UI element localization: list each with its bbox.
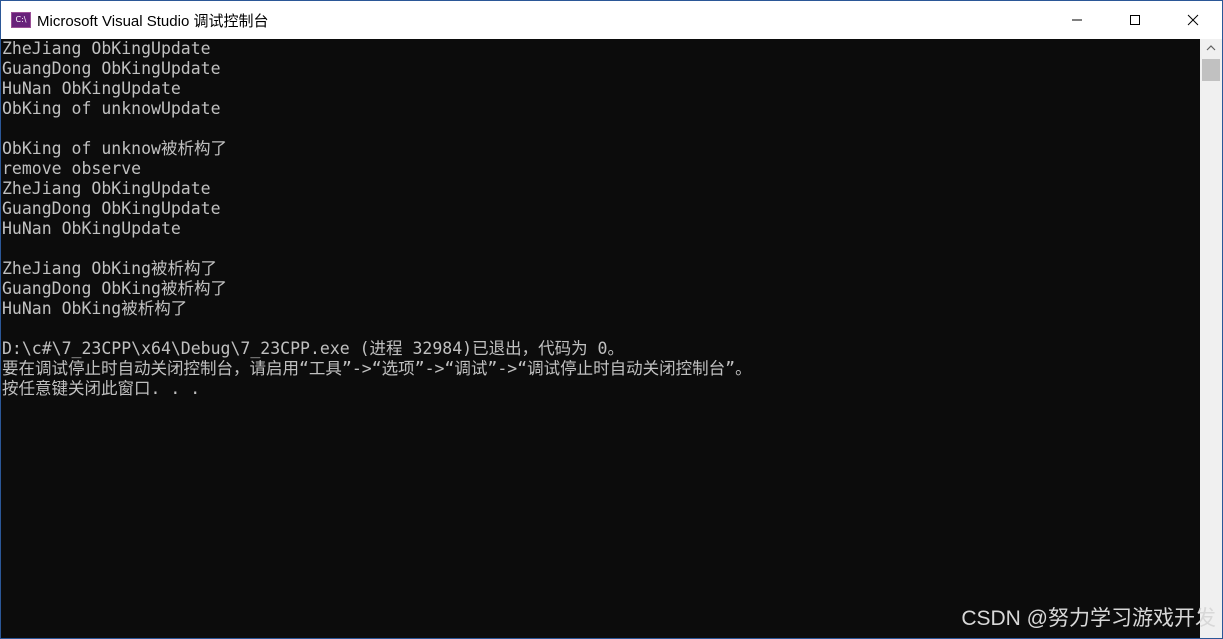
window-title: Microsoft Visual Studio 调试控制台: [37, 12, 269, 30]
console-text: ZheJiang ObKingUpdate GuangDong ObKingUp…: [1, 39, 1201, 399]
console-line: ZheJiang ObKing被析构了: [2, 259, 218, 278]
console-line: GuangDong ObKing被析构了: [2, 279, 227, 298]
console-line: HuNan ObKingUpdate: [2, 219, 181, 238]
console-window: C:\ Microsoft Visual Studio 调试控制台 ZheJia…: [0, 0, 1223, 639]
console-line: ZheJiang ObKingUpdate: [2, 179, 211, 198]
console-line: D:\c#\7_23CPP\x64\Debug\7_23CPP.exe (进程 …: [2, 339, 624, 358]
title-bar[interactable]: C:\ Microsoft Visual Studio 调试控制台: [1, 1, 1222, 39]
console-line: 要在调试停止时自动关闭控制台，请启用“工具”->“选项”->“调试”->“调试停…: [2, 359, 752, 378]
console-output[interactable]: ZheJiang ObKingUpdate GuangDong ObKingUp…: [1, 39, 1201, 638]
app-icon: C:\: [11, 12, 31, 28]
console-line: HuNan ObKing被析构了: [2, 299, 188, 318]
maximize-icon: [1130, 15, 1140, 25]
minimize-button[interactable]: [1048, 1, 1106, 39]
console-line: ObKing of unknowUpdate: [2, 99, 221, 118]
chevron-up-icon: [1206, 45, 1216, 51]
console-line: GuangDong ObKingUpdate: [2, 199, 221, 218]
maximize-button[interactable]: [1106, 1, 1164, 39]
console-line: HuNan ObKingUpdate: [2, 79, 181, 98]
scroll-thumb[interactable]: [1202, 59, 1220, 81]
console-line: 按任意键关闭此窗口. . .: [2, 379, 201, 398]
console-line: ObKing of unknow被析构了: [2, 139, 227, 158]
close-icon: [1187, 14, 1199, 26]
close-button[interactable]: [1164, 1, 1222, 39]
watermark: CSDN @努力学习游戏开发: [961, 607, 1216, 630]
console-line: remove observe: [2, 159, 142, 178]
scroll-up-button[interactable]: [1200, 39, 1222, 57]
vertical-scrollbar[interactable]: [1200, 39, 1222, 638]
console-line: GuangDong ObKingUpdate: [2, 59, 221, 78]
minimize-icon: [1072, 19, 1082, 21]
console-line: ZheJiang ObKingUpdate: [2, 39, 211, 58]
caption-buttons: [1048, 1, 1222, 39]
